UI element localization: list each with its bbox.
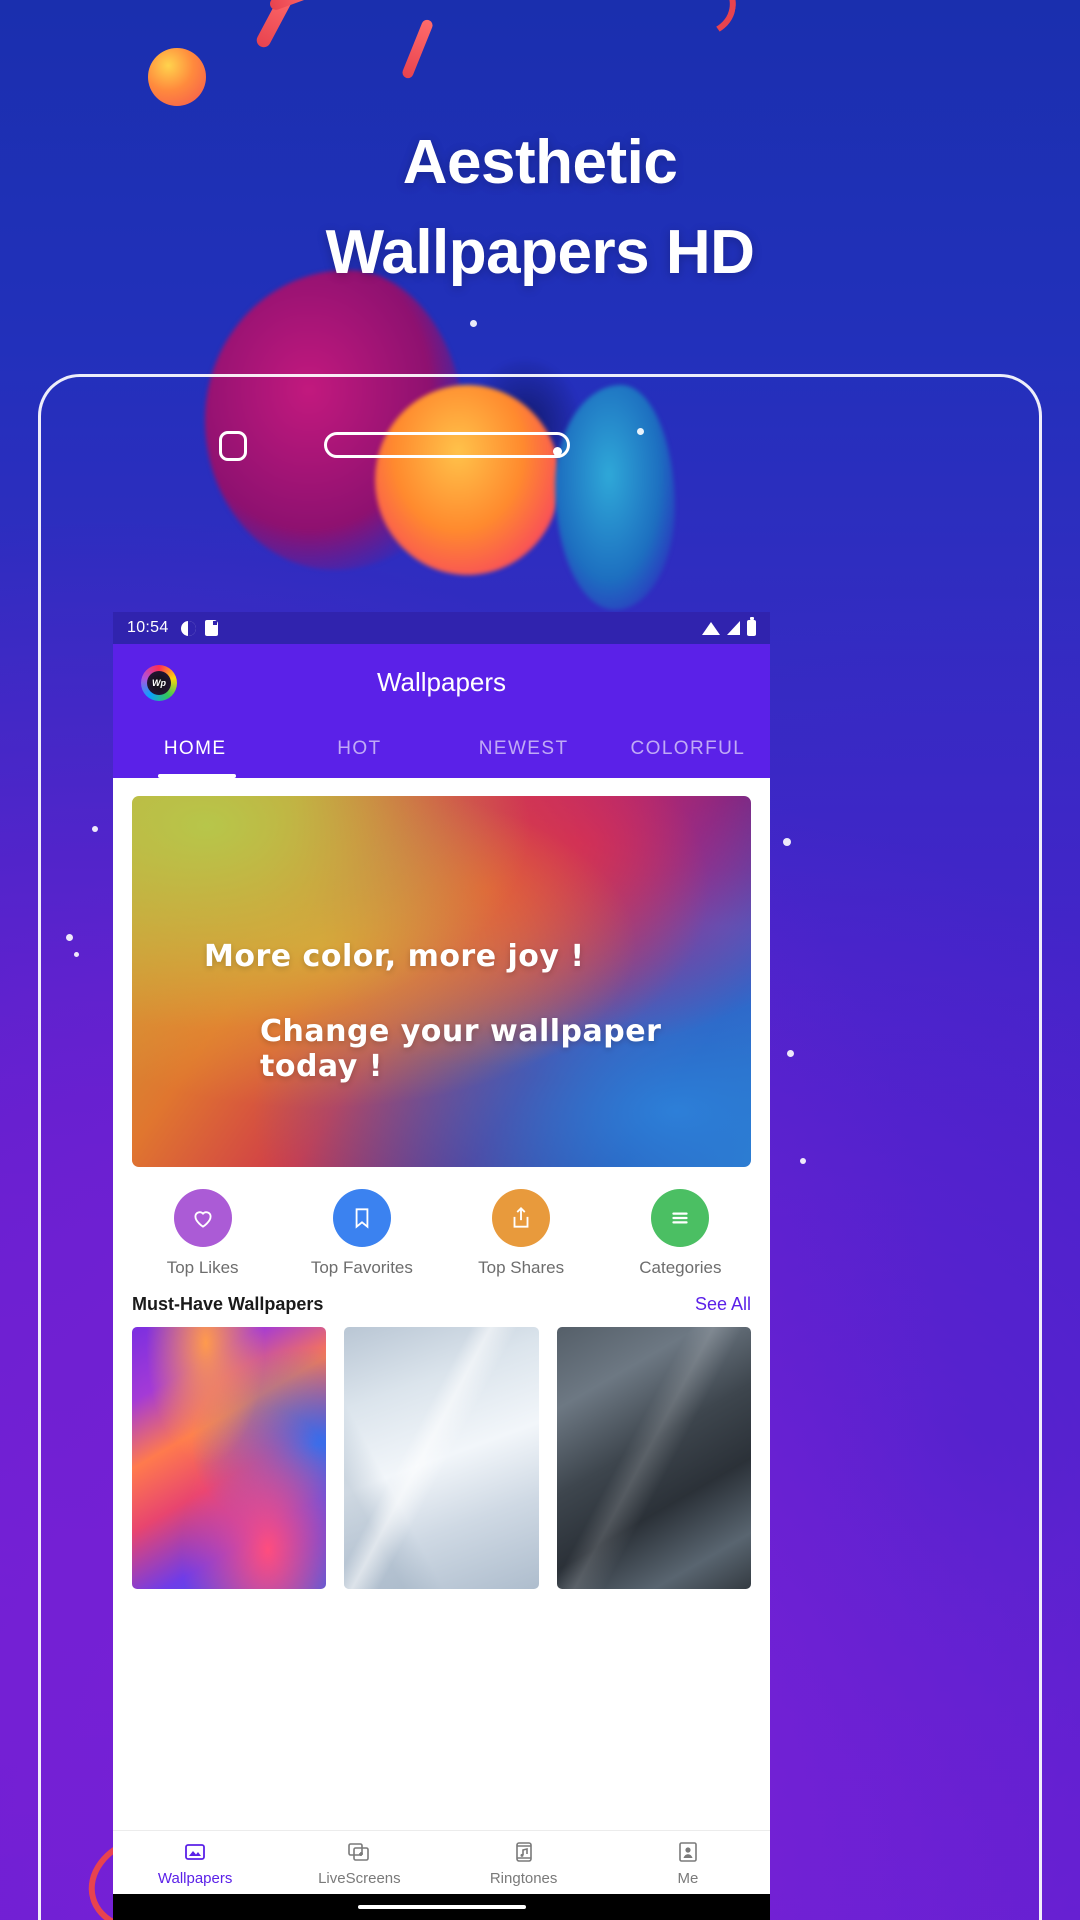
decor-spark — [470, 320, 477, 327]
quick-action-categories[interactable]: Categories — [601, 1189, 760, 1278]
promo-headline-line1: Aesthetic — [402, 128, 678, 197]
phone-speaker — [324, 432, 570, 458]
quick-action-label: Top Shares — [478, 1258, 565, 1277]
nav-item-label: Me — [677, 1869, 699, 1887]
see-all-link[interactable]: See All — [695, 1294, 751, 1315]
system-navigation-bar — [113, 1894, 770, 1920]
bottom-navigation: Wallpapers LiveScreens Ringtones Me — [113, 1830, 770, 1894]
promo-headline-line2: Wallpapers HD — [325, 217, 755, 287]
decor-stick-3 — [268, 0, 316, 12]
quick-action-top-favorites[interactable]: Top Favorites — [282, 1189, 441, 1278]
app-screen: 10:54 Wp Wallpapers HOME HOT NEWEST COLO… — [113, 612, 770, 1920]
tab-home[interactable]: HOME — [113, 738, 277, 778]
profile-icon — [606, 1839, 770, 1865]
tab-hot[interactable]: HOT — [277, 738, 441, 778]
status-bar-right-icons — [702, 617, 756, 636]
status-bar-time: 10:54 — [127, 619, 169, 636]
wallpaper-thumb-list — [113, 1327, 770, 1589]
status-bar: 10:54 — [113, 612, 770, 644]
tab-newest[interactable]: NEWEST — [442, 738, 606, 778]
nav-item-ringtones[interactable]: Ringtones — [442, 1839, 606, 1887]
tab-colorful[interactable]: COLORFUL — [606, 738, 770, 778]
wallpaper-thumb-light-mountains[interactable] — [344, 1327, 539, 1589]
nav-item-label: Wallpapers — [157, 1869, 233, 1887]
list-icon — [651, 1189, 710, 1247]
hero-line-2: Change your wallpaper today ! — [260, 1014, 662, 1084]
decor-arc-top — [644, 0, 742, 45]
quick-action-label: Top Likes — [166, 1258, 239, 1277]
nav-item-wallpapers[interactable]: Wallpapers — [113, 1839, 277, 1887]
hero-banner[interactable]: More color, more joy ! Change your wallp… — [132, 796, 751, 1167]
quick-action-label: Top Favorites — [310, 1258, 413, 1277]
section-title: Must-Have Wallpapers — [132, 1294, 324, 1314]
phone-camera-icon — [219, 431, 247, 461]
home-indicator[interactable] — [357, 1905, 526, 1909]
nav-item-me[interactable]: Me — [606, 1839, 770, 1887]
share-icon — [492, 1189, 551, 1247]
nav-item-label: Ringtones — [489, 1869, 558, 1887]
heart-icon — [173, 1189, 232, 1247]
wallpaper-thumb-dark-mountains[interactable] — [556, 1327, 751, 1589]
section-header: Must-Have Wallpapers See All — [113, 1286, 770, 1327]
bookmark-icon — [332, 1189, 391, 1247]
hero-line-1: More color, more joy ! — [204, 939, 585, 974]
tab-bar: HOME HOT NEWEST COLORFUL — [113, 721, 770, 778]
main-content: More color, more joy ! Change your wallp… — [113, 796, 770, 1589]
sd-card-icon — [204, 620, 218, 636]
tab-active-indicator — [158, 774, 236, 778]
decor-orange-dot — [148, 48, 206, 106]
wifi-icon — [702, 621, 720, 635]
nav-item-label: LiveScreens — [318, 1869, 401, 1887]
battery-icon — [747, 617, 756, 636]
livescreen-icon — [277, 1839, 441, 1865]
app-logo-icon[interactable]: Wp — [141, 664, 177, 701]
decor-stick-2 — [400, 18, 435, 80]
quick-action-label: Categories — [639, 1258, 722, 1277]
app-toolbar: Wp Wallpapers — [113, 644, 770, 721]
nav-item-livescreens[interactable]: LiveScreens — [277, 1839, 441, 1887]
wallpaper-thumb-gradient-sunset[interactable] — [132, 1327, 327, 1589]
wallpaper-icon — [113, 1839, 277, 1865]
signal-icon — [727, 621, 740, 635]
quick-action-top-likes[interactable]: Top Likes — [123, 1189, 282, 1278]
status-bar-left-icons — [180, 620, 218, 636]
app-logo-label: Wp — [147, 670, 171, 695]
ringtone-icon — [442, 1839, 606, 1865]
promo-headline: Aesthetic Wallpapers HD — [0, 118, 1080, 298]
quick-actions-row: Top Likes Top Favorites Top Shares Categ… — [113, 1167, 770, 1286]
page-title: Wallpapers — [376, 667, 507, 697]
phone-sensor-dot — [553, 447, 562, 456]
quick-action-top-shares[interactable]: Top Shares — [442, 1189, 601, 1278]
clock-icon — [180, 620, 196, 636]
